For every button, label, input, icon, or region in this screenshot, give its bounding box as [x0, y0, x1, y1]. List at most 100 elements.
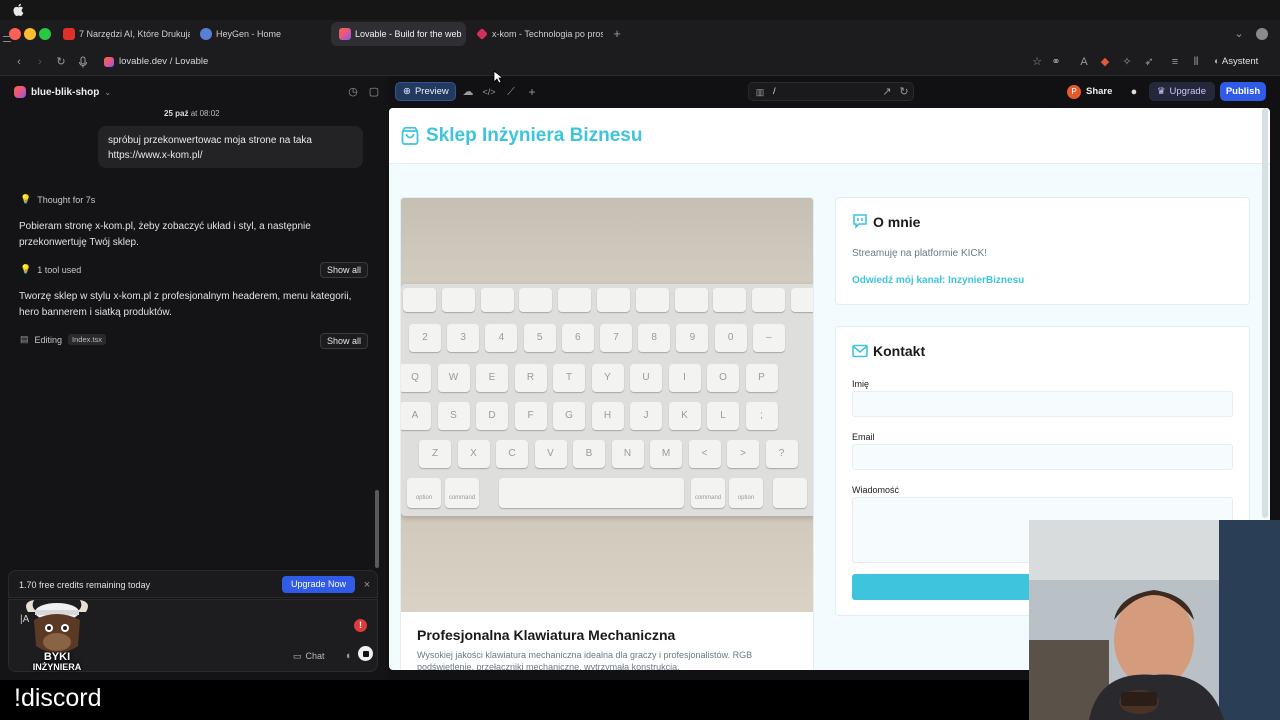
xkom-favicon-icon: [476, 28, 488, 40]
browser-tab[interactable]: HeyGen - Home: [192, 22, 327, 46]
show-all-button[interactable]: Show all: [320, 333, 369, 349]
credits-banner: 1.70 free credits remaining today Upgrad…: [8, 570, 378, 598]
assistant-message: Pobieram stronę x-kom.pl, żeby zobaczyć …: [19, 221, 311, 248]
stop-button[interactable]: [358, 646, 373, 661]
reload-icon[interactable]: ↻: [54, 55, 68, 69]
keyboard-key: 9: [676, 324, 709, 352]
browser-tab[interactable]: 7 Narzędzi AI, Które Drukują: [55, 22, 190, 46]
site-header: Sklep Inżyniera Biznesu: [389, 108, 1270, 164]
project-switcher[interactable]: blue-blik-shop ⌄: [14, 85, 111, 99]
minimize-window-button[interactable]: [24, 28, 36, 40]
extension-puzzle-icon[interactable]: ✧: [1120, 55, 1134, 69]
new-tab-plus-icon[interactable]: +: [610, 27, 624, 41]
add-plus-icon[interactable]: +: [525, 85, 539, 99]
keyboard-key: –: [752, 324, 785, 352]
product-title[interactable]: Profesjonalna Klawiatura Mechaniczna: [417, 627, 675, 643]
keyboard-key: ?: [765, 440, 798, 468]
site-title[interactable]: Sklep Inżyniera Biznesu: [426, 125, 642, 147]
chevron-down-icon: ⌄: [104, 87, 112, 97]
keyboard-key: command: [445, 478, 479, 508]
browser-tab-active[interactable]: Lovable - Build for the web: [331, 22, 466, 46]
preview-mode-button[interactable]: ⊕ Preview: [395, 82, 456, 101]
keyboard-key: <: [688, 440, 721, 468]
microphone-icon[interactable]: [76, 55, 90, 69]
product-card[interactable]: 2 3 4 5 6 7 8 9 0– Q W E R T Y U I O P A S D F G H J K L; Z X C V B N M < >?…: [400, 197, 814, 670]
audio-wave-icon[interactable]: ⫴: [1189, 55, 1203, 69]
panel-toggle-icon[interactable]: ▢: [367, 85, 381, 99]
open-external-icon[interactable]: ↗: [880, 85, 894, 99]
about-title: O mnie: [873, 214, 921, 230]
extension-red-icon[interactable]: ◆: [1098, 55, 1112, 69]
editing-label: Editing: [34, 334, 63, 345]
preview-scrollbar[interactable]: [1262, 108, 1268, 518]
keyboard-key: N: [611, 440, 644, 468]
cloud-icon[interactable]: ☁: [461, 85, 475, 99]
translate-icon[interactable]: A: [1077, 55, 1091, 69]
bookmark-star-icon[interactable]: ☆: [1030, 55, 1044, 69]
route-path[interactable]: /: [773, 86, 776, 97]
keyboard-key: 4: [485, 324, 518, 352]
keyboard-key: K: [668, 402, 701, 430]
github-icon[interactable]: ●: [1127, 85, 1141, 99]
kick-channel-link[interactable]: Odwiedź mój kanał: InzynierBiznesu: [852, 275, 1024, 286]
close-icon[interactable]: ×: [360, 578, 374, 592]
history-icon[interactable]: ◷: [346, 85, 360, 99]
keyboard-key: [441, 288, 475, 312]
keyboard-key: 2: [409, 324, 441, 352]
upgrade-now-button[interactable]: Upgrade Now: [282, 576, 355, 593]
logo-text-line-2: INŻYNIERA: [32, 662, 82, 672]
voice-wave-icon[interactable]: ◖: [341, 649, 355, 663]
globe-icon: ⊕: [403, 86, 411, 97]
name-input[interactable]: [852, 391, 1233, 417]
project-name: blue-blik-shop: [31, 86, 100, 98]
send-extension-icon[interactable]: ➶: [1142, 55, 1156, 69]
back-arrow-icon[interactable]: ‹: [12, 55, 26, 69]
stop-square-icon: [362, 650, 369, 657]
keyboard-key: R: [514, 364, 547, 392]
chat-bubble-icon: [852, 213, 868, 229]
publish-button[interactable]: Publish: [1220, 82, 1266, 101]
keyboard-key: [773, 478, 807, 508]
profile-avatar[interactable]: [1256, 28, 1268, 40]
tab-list-chevron-icon[interactable]: ⌄: [1232, 27, 1246, 41]
sidebar-toggle-icon[interactable]: [3, 36, 11, 42]
address-text[interactable]: lovable.dev / Lovable: [119, 56, 208, 67]
tab-title: 7 Narzędzi AI, Które Drukują: [79, 29, 190, 39]
keyboard-key: [713, 288, 747, 312]
user-message-bubble: spróbuj przekonwertowac moja strone na t…: [98, 126, 363, 168]
chat-mode-button[interactable]: ▭ Chat: [293, 648, 325, 664]
zoom-window-button[interactable]: [39, 28, 51, 40]
assistant-button[interactable]: ◐ Asystent: [1214, 56, 1258, 67]
forward-arrow-icon[interactable]: ›: [33, 55, 47, 69]
youtube-favicon-icon: [63, 28, 75, 40]
analytics-chart-icon[interactable]: ⟋: [504, 85, 518, 99]
code-icon[interactable]: </>: [482, 85, 496, 99]
keyboard-key: [674, 288, 708, 312]
keyboard-key: W: [437, 364, 470, 392]
lovable-favicon-icon: [339, 28, 351, 40]
keyboard-key: E: [476, 364, 508, 392]
keyboard-key: J: [630, 402, 662, 430]
email-input[interactable]: [852, 444, 1233, 470]
thought-row[interactable]: 💡 Thought for 7s: [20, 194, 95, 205]
assistant-label: Asystent: [1221, 56, 1259, 67]
name-field-label: Imię: [852, 379, 870, 389]
keyboard-key: T: [553, 364, 585, 392]
browser-tab[interactable]: x-kom - Technologia po prost: [468, 22, 603, 46]
route-bar[interactable]: ▥ / ↗ ↻: [748, 82, 914, 101]
show-all-button[interactable]: Show all: [320, 262, 369, 278]
keyboard-key: 6: [561, 324, 594, 352]
heygen-favicon-icon: [200, 28, 212, 40]
share-link-icon[interactable]: ⚭: [1049, 55, 1063, 69]
share-button[interactable]: P Share: [1067, 82, 1121, 101]
refresh-icon[interactable]: ↻: [897, 85, 911, 99]
device-view-icon[interactable]: ▥: [753, 85, 767, 99]
tab-title: x-kom - Technologia po prost: [492, 29, 603, 39]
chat-panel: blue-blik-shop ⌄ ◷ ▢ 25 paź at 08:02 spr…: [0, 76, 388, 680]
menu-lines-icon[interactable]: ≡: [1168, 55, 1182, 69]
apple-logo-icon[interactable]: [12, 3, 24, 17]
shopping-bag-icon: [400, 126, 420, 146]
keyboard-key: 8: [638, 324, 671, 352]
chat-scrollbar[interactable]: [375, 490, 379, 568]
upgrade-button[interactable]: ♛ Upgrade: [1149, 82, 1215, 101]
